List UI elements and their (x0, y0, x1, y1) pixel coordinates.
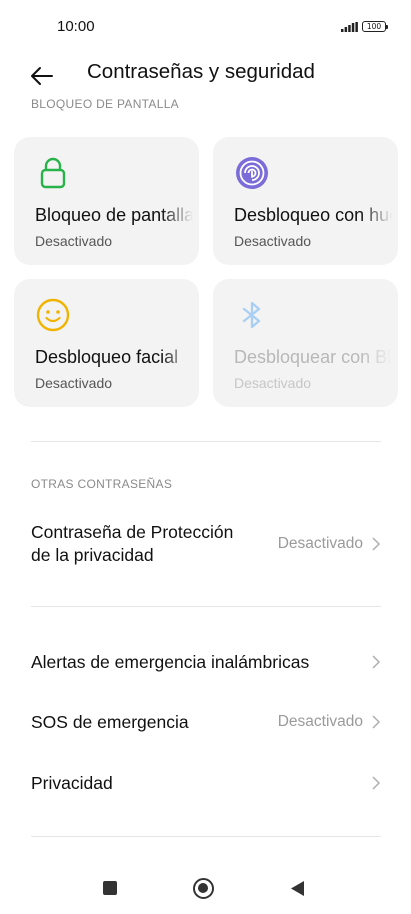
row-title: SOS de emergencia (31, 712, 189, 732)
row-title-line1: Contraseña de Protección (31, 522, 234, 542)
card-status: Desactivado (35, 233, 113, 249)
row-value: Desactivado (277, 535, 363, 552)
back-triangle-icon[interactable] (289, 880, 305, 897)
fingerprint-icon (236, 157, 268, 189)
emergency-sos-row[interactable]: SOS de emergencia Desactivado (0, 700, 411, 744)
status-time: 10:00 (57, 18, 95, 35)
card-title: Desbloquear con Bluetooth (234, 347, 392, 367)
page-title: Contraseñas y seguridad (87, 60, 315, 83)
recents-button[interactable] (103, 881, 117, 895)
card-status: Desactivado (234, 233, 312, 249)
chevron-right-icon (372, 655, 381, 669)
chevron-right-icon (372, 715, 381, 729)
row-value: Desactivado (277, 713, 363, 730)
section-label-other-passwords: OTRAS CONTRASEÑAS (31, 477, 173, 491)
screen: 10:00 100 Contraseñas y seguridad BLOQUE… (0, 0, 411, 914)
card-title: Desbloqueo con huella (234, 205, 392, 225)
card-bluetooth-unlock[interactable]: Desbloquear con Bluetooth Desactivado (213, 279, 398, 407)
navigation-bar (0, 864, 411, 914)
card-title: Bloqueo de pantalla (35, 205, 193, 225)
row-title: Privacidad (31, 773, 113, 793)
divider (31, 606, 381, 607)
card-status: Desactivado (234, 375, 312, 391)
privacy-password-row[interactable]: Contraseña de Protección de la privacida… (0, 508, 411, 580)
chevron-right-icon (372, 776, 381, 790)
card-screen-lock[interactable]: Bloqueo de pantalla Desactivado (14, 137, 199, 265)
divider (31, 441, 381, 442)
status-bar: 10:00 100 (0, 0, 411, 52)
wireless-emergency-alerts-row[interactable]: Alertas de emergencia inalámbricas (0, 640, 411, 684)
battery-icon: 100 (362, 21, 388, 32)
signal-icon (341, 22, 358, 32)
card-status: Desactivado (35, 375, 113, 391)
section-label-text: BLOQUEO DE PANTALLA (31, 97, 179, 111)
section-label-screen-lock: BLOQUEO DE PANTALLA (31, 95, 179, 111)
bluetooth-icon (242, 301, 261, 329)
card-title: Desbloqueo facial (35, 347, 179, 367)
privacy-row[interactable]: Privacidad (0, 761, 411, 805)
home-button[interactable] (193, 878, 214, 899)
back-arrow-icon[interactable] (26, 58, 58, 90)
card-fingerprint-unlock[interactable]: Desbloqueo con huella Desactivado (213, 137, 398, 265)
chevron-right-icon (372, 537, 381, 551)
divider (31, 836, 381, 837)
face-icon (36, 298, 70, 332)
battery-level: 100 (366, 22, 382, 31)
card-face-unlock[interactable]: Desbloqueo facial Desactivado (14, 279, 199, 407)
lock-icon (40, 157, 66, 189)
row-title: Alertas de emergencia inalámbricas (31, 652, 310, 672)
header: Contraseñas y seguridad (0, 52, 411, 96)
row-title-line2: de la privacidad (31, 545, 154, 565)
